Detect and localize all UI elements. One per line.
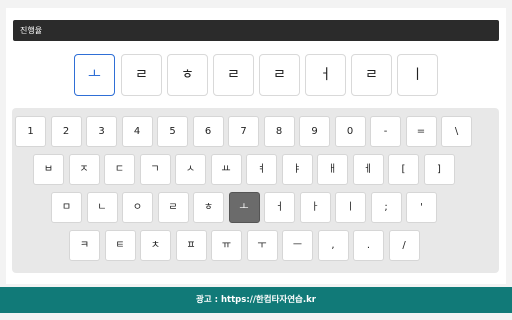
keyboard-key[interactable]: ㄹ (157, 192, 189, 223)
target-character-box: ㄹ (121, 54, 162, 96)
target-character-box: ㅎ (167, 54, 208, 96)
keyboard-key[interactable]: ㅛ (210, 154, 242, 185)
keyboard-key[interactable]: 1 (15, 116, 46, 147)
keyboard-key[interactable]: ㅍ (175, 230, 207, 261)
keyboard-key[interactable]: ㅠ (211, 230, 242, 261)
keyboard-key[interactable]: ㅏ (299, 192, 331, 223)
keyboard-key[interactable]: ㅇ (122, 192, 153, 223)
keyboard-key[interactable]: 9 (299, 116, 330, 147)
keyboard-key[interactable]: ] (423, 154, 455, 185)
virtual-keyboard: 1 2 3 4 5 6 7 8 9 0- = \ ㅂㅈㄷㄱㅅㅛㅕㅑㅐㅔ[] ㅁㄴㅇㄹㅎㅗㅓㅏㅣ; ' ㅋㅌㅊㅍ… (12, 108, 499, 273)
keyboard-key[interactable]: ㅂ (33, 154, 64, 185)
keyboard-key[interactable]: 2 (50, 116, 82, 147)
keyboard-key[interactable]: ' (406, 192, 437, 223)
keyboard-key[interactable]: ㅌ (104, 230, 136, 261)
target-character-box: ㅗ (74, 54, 115, 96)
keyboard-key[interactable]: . (353, 230, 384, 261)
keyboard-key[interactable]: ㅡ (282, 230, 313, 261)
keyboard-key[interactable]: ㅣ (335, 192, 366, 223)
keyboard-key[interactable]: ㅐ (317, 154, 348, 185)
keyboard-key[interactable]: 6 (192, 116, 224, 147)
keyboard-key[interactable]: ; (370, 192, 402, 223)
keyboard-key[interactable]: [ (388, 154, 419, 185)
keyboard-key[interactable]: ㅈ (68, 154, 100, 185)
keyboard-key[interactable]: ㅓ (264, 192, 295, 223)
keyboard-key[interactable]: ㅗ (228, 192, 260, 223)
keyboard-key[interactable]: \ (441, 116, 472, 147)
keyboard-key[interactable]: , (317, 230, 349, 261)
progress-label: 진행율 (20, 26, 43, 35)
keyboard-key[interactable]: 0 (334, 116, 366, 147)
keyboard-key[interactable]: ㅎ (193, 192, 224, 223)
keyboard-key[interactable]: ㅁ (51, 192, 82, 223)
ad-label[interactable]: 광고 : https://한컴타자연습.kr (196, 295, 316, 305)
keyboard-key[interactable]: ㅔ (352, 154, 384, 185)
keyboard-key[interactable]: 5 (157, 116, 188, 147)
keyboard-key[interactable]: / (388, 230, 420, 261)
keyboard-key[interactable]: ㅊ (140, 230, 171, 261)
keyboard-key[interactable]: ㄱ (139, 154, 171, 185)
keyboard-key[interactable]: 8 (263, 116, 295, 147)
keyboard-key[interactable]: ㅑ (281, 154, 313, 185)
keyboard-key[interactable]: ㅕ (246, 154, 277, 185)
target-character-box: ㄹ (351, 54, 392, 96)
keyboard-key[interactable]: ㄷ (104, 154, 135, 185)
target-character-box: ㅣ (397, 54, 438, 96)
keyboard-key[interactable]: ㅋ (69, 230, 100, 261)
ad-banner[interactable]: 광고 : https://한컴타자연습.kr (0, 287, 512, 313)
keyboard-key[interactable]: 3 (86, 116, 117, 147)
keyboard-key[interactable]: 7 (228, 116, 259, 147)
keyboard-key[interactable]: = (405, 116, 437, 147)
page: 진행율 ㅗㄹㅎㄹㄹㅓㄹㅣ 1 2 3 4 5 6 7 8 9 0- = \ ㅂㅈㄷㄱㅅㅛㅕㅑㅐㅔ[] ㅁㄴ… (0, 0, 512, 320)
keyboard-key[interactable]: ㅅ (175, 154, 206, 185)
progress-bar: 진행율 (13, 20, 499, 41)
keyboard-key[interactable]: - (370, 116, 401, 147)
keyboard-key[interactable]: ㅜ (246, 230, 278, 261)
target-character-box: ㄹ (259, 54, 300, 96)
target-character-box: ㄹ (213, 54, 254, 96)
target-character-row: ㅗㄹㅎㄹㄹㅓㄹㅣ (0, 54, 512, 96)
keyboard-key[interactable]: 4 (121, 116, 153, 147)
bottom-strip (0, 313, 512, 320)
keyboard-key[interactable]: ㄴ (86, 192, 118, 223)
target-character-box: ㅓ (305, 54, 346, 96)
